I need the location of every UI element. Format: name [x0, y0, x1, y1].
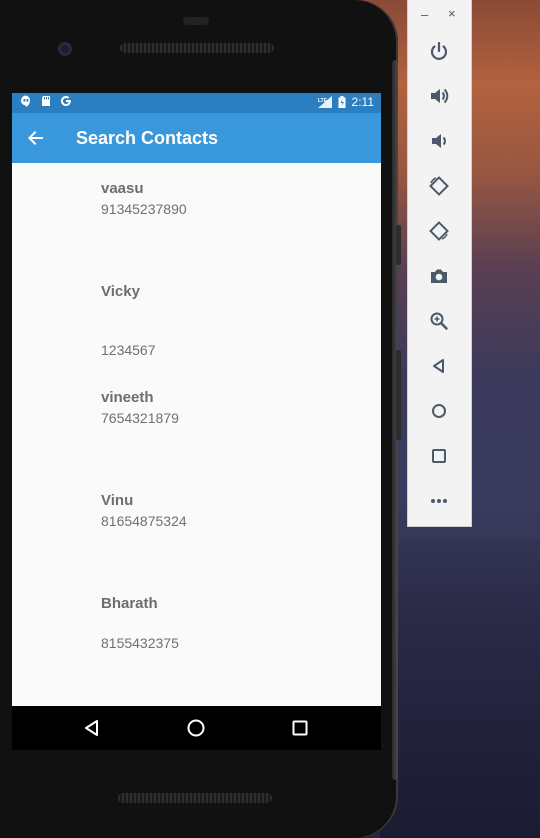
contact-name: Vinu: [101, 492, 134, 509]
rotate-left-button[interactable]: [428, 175, 450, 197]
lte-signal-icon: LTE: [317, 96, 332, 108]
home-icon: [432, 404, 446, 418]
toolbar-home-button[interactable]: [428, 400, 450, 422]
contact-phone-item[interactable]: 81654875324: [101, 513, 187, 529]
back-icon: [433, 359, 444, 373]
android-nav-bar: [12, 706, 381, 750]
contact-phone-item[interactable]: 8155432375: [101, 635, 179, 651]
contact-phone-item[interactable]: 1234567: [101, 342, 156, 358]
power-button[interactable]: [428, 40, 450, 62]
emulator-toolbar: – ×: [407, 0, 472, 527]
sd-card-icon: [42, 96, 50, 106]
device-screen: LTE 2:11 Search Contacts vaasu 913452378…: [12, 93, 381, 706]
status-time: 2:11: [351, 95, 374, 109]
contact-phone-item[interactable]: 7654321879: [101, 410, 179, 426]
recents-icon[interactable]: [290, 718, 310, 738]
battery-icon: [338, 96, 346, 108]
contact-phone: 1234567: [101, 342, 156, 358]
toolbar-back-button[interactable]: [428, 355, 450, 377]
contact-name-item[interactable]: vineeth: [101, 389, 154, 406]
back-icon[interactable]: [82, 718, 102, 738]
contact-name: Bharath: [101, 595, 158, 612]
volume-up-icon: [431, 88, 449, 104]
contact-name: vaasu: [101, 180, 144, 197]
contact-phone: 91345237890: [101, 201, 187, 217]
back-arrow-icon[interactable]: [26, 128, 46, 148]
rotate-right-button[interactable]: [428, 220, 450, 242]
rotate-left-icon: [429, 176, 449, 196]
power-icon: [430, 41, 448, 60]
contact-name: Vicky: [101, 283, 140, 300]
zoom-icon: [430, 312, 448, 330]
contact-name-item[interactable]: Bharath: [101, 595, 158, 612]
background-scenery: [380, 540, 540, 838]
earpiece-speaker: [120, 43, 274, 53]
front-camera: [58, 42, 72, 56]
more-button[interactable]: [428, 490, 450, 512]
contact-name-item[interactable]: Vicky: [101, 283, 140, 300]
close-button[interactable]: ×: [448, 6, 456, 21]
google-icon: [60, 96, 71, 107]
phone-volume-button: [396, 350, 401, 440]
more-icon: [431, 499, 447, 503]
camera-icon: [431, 269, 447, 283]
screenshot-button[interactable]: [428, 265, 450, 287]
overview-icon: [432, 449, 446, 463]
svg-text:LTE: LTE: [318, 98, 328, 104]
minimize-button[interactable]: –: [421, 7, 428, 22]
contact-name-item[interactable]: vaasu: [101, 180, 144, 197]
contact-phone: 81654875324: [101, 513, 187, 529]
page-title: Search Contacts: [76, 128, 219, 148]
phone-power-button: [396, 225, 401, 265]
volume-down-button[interactable]: [428, 130, 450, 152]
contact-phone-item[interactable]: 91345237890: [101, 201, 187, 217]
volume-up-button[interactable]: [428, 85, 450, 107]
contact-phone: 7654321879: [101, 410, 179, 426]
contact-phone: 8155432375: [101, 635, 179, 651]
proximity-sensor: [183, 17, 209, 25]
bottom-speaker: [118, 793, 272, 803]
status-bar: LTE 2:11: [12, 93, 381, 113]
app-bar: Search Contacts: [12, 113, 381, 163]
hangouts-icon: [21, 95, 31, 107]
rotate-right-icon: [429, 221, 449, 241]
home-icon[interactable]: [186, 718, 206, 738]
toolbar-overview-button[interactable]: [428, 445, 450, 467]
contact-name: vineeth: [101, 389, 154, 406]
volume-down-icon: [432, 134, 446, 148]
contact-name-item[interactable]: Vinu: [101, 492, 133, 509]
zoom-button[interactable]: [428, 310, 450, 332]
